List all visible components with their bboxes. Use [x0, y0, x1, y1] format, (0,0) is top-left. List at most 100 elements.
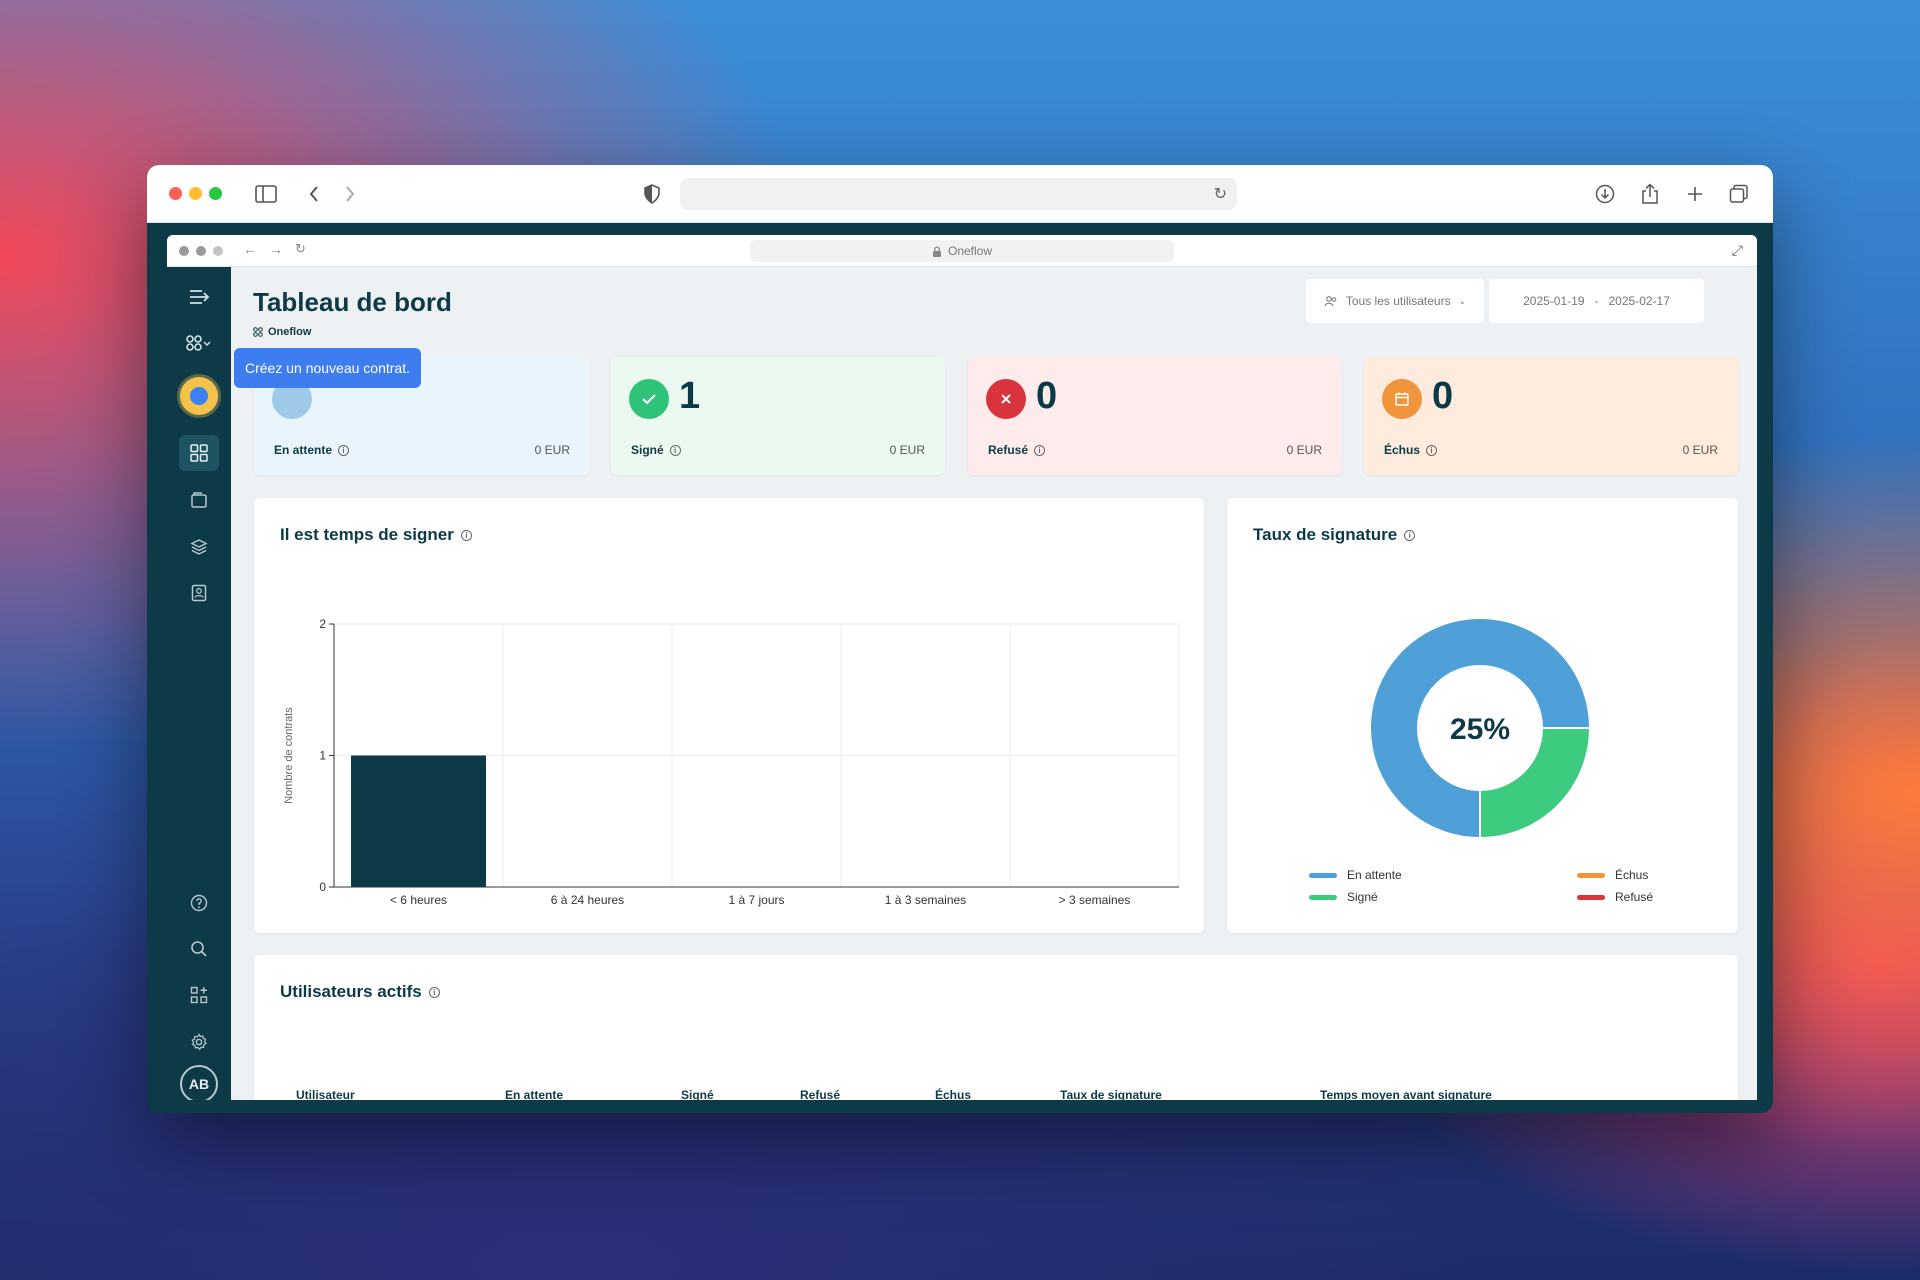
create-contract-button[interactable]	[180, 377, 218, 415]
create-contract-tooltip: Créez un nouveau contrat.	[234, 348, 421, 388]
app-window: ← → ↻ Oneflow ⤢ AB Créez un nouveau cont…	[167, 235, 1757, 1100]
users-icon	[1324, 296, 1337, 307]
fullscreen-window-button[interactable]	[209, 187, 222, 200]
collapse-menu-icon[interactable]	[179, 279, 219, 315]
date-from[interactable]: 2025-01-19	[1523, 294, 1584, 308]
stat-label: Échus i	[1384, 443, 1438, 457]
window-dot	[196, 246, 206, 256]
marketplace-icon[interactable]	[179, 977, 219, 1013]
stat-card-signed[interactable]: 1 Signé i 0 EUR	[611, 357, 945, 475]
app-back-icon[interactable]: ←	[243, 241, 257, 257]
info-icon[interactable]: i	[428, 986, 440, 998]
dashboard-icon[interactable]	[179, 435, 219, 471]
breadcrumb-workspace: Oneflow	[268, 326, 312, 338]
legend-item[interactable]: Échus	[1577, 868, 1648, 882]
settings-gear-icon[interactable]	[179, 1024, 219, 1060]
legend-swatch	[1577, 872, 1605, 878]
column-header[interactable]: Taux de signature	[1060, 1088, 1162, 1100]
documents-icon[interactable]	[179, 482, 219, 518]
app-url-text: Oneflow	[947, 244, 993, 258]
stat-card-declined[interactable]: 0 Refusé i 0 EUR	[968, 357, 1342, 475]
x-tick-label: < 6 heures	[390, 893, 447, 907]
y-tick-label: 2	[319, 617, 326, 631]
stat-label: Refusé i	[988, 443, 1046, 457]
search-icon[interactable]	[179, 931, 219, 967]
share-icon[interactable]	[1637, 181, 1663, 207]
forward-icon[interactable]	[337, 181, 363, 207]
column-header[interactable]: Échus	[935, 1088, 971, 1100]
date-to[interactable]: 2025-02-17	[1609, 294, 1670, 308]
legend-item[interactable]: En attente	[1309, 868, 1402, 882]
column-header[interactable]: En attente	[505, 1088, 563, 1100]
users-filter-label: Tous les utilisateurs	[1345, 294, 1451, 308]
column-header[interactable]: Temps moyen avant signature	[1320, 1088, 1492, 1100]
column-header[interactable]: Signé	[681, 1088, 714, 1100]
stat-value: 0	[1432, 375, 1454, 417]
x-mark-icon	[986, 379, 1026, 419]
signature-rate-card: Taux de signature i 25% En attente Signé …	[1227, 498, 1738, 933]
legend-label: Échus	[1615, 868, 1649, 882]
card-title: Utilisateurs actifs i	[280, 982, 440, 1002]
active-users-card: Utilisateurs actifs i Utilisateur En atte…	[254, 955, 1738, 1100]
back-icon[interactable]	[301, 181, 327, 207]
tab-overview-icon[interactable]	[1726, 181, 1752, 207]
y-tick-label: 1	[319, 749, 326, 763]
legend-swatch	[1309, 872, 1337, 878]
checkmark-icon	[629, 379, 669, 419]
page-title: Tableau de bord	[253, 287, 452, 317]
stat-label: Signé i	[631, 443, 681, 457]
address-book-icon[interactable]	[179, 575, 219, 611]
legend-swatch	[1577, 894, 1605, 900]
y-tick-label: 0	[319, 880, 326, 894]
user-avatar[interactable]: AB	[180, 1065, 218, 1100]
bar	[351, 755, 486, 887]
signature-rate-donut-chart: 25%	[1369, 617, 1592, 840]
column-header[interactable]: Utilisateur	[296, 1088, 355, 1100]
sidebar: AB	[167, 267, 231, 1100]
time-to-sign-card: Il est temps de signer i 0 1 2 < 6 heures 6 à…	[254, 498, 1204, 933]
stat-card-overdue[interactable]: 0 Échus i 0 EUR	[1364, 357, 1738, 475]
sidebar-toggle-icon[interactable]	[253, 181, 279, 207]
lock-icon	[932, 245, 941, 257]
main-content: Tableau de bord Oneflow Tous les utilisa…	[231, 267, 1757, 1100]
window-dot	[213, 246, 223, 256]
shield-icon[interactable]	[639, 181, 665, 207]
reload-icon[interactable]: ↻	[1214, 184, 1227, 204]
download-icon[interactable]	[1592, 181, 1618, 207]
info-icon[interactable]: i	[1426, 444, 1438, 456]
date-separator: -	[1594, 294, 1599, 308]
date-range-picker[interactable]: 2025-01-19 - 2025-02-17	[1489, 279, 1704, 323]
stat-amount: 0 EUR	[1682, 443, 1718, 457]
new-tab-icon[interactable]	[1682, 181, 1708, 207]
breadcrumb[interactable]: Oneflow	[253, 326, 311, 338]
stat-value: 0	[1036, 375, 1058, 417]
address-bar[interactable]: ↻	[680, 178, 1237, 210]
stat-amount: 0 EUR	[534, 443, 570, 457]
users-filter-dropdown[interactable]: Tous les utilisateurs ⌄	[1306, 279, 1484, 323]
x-tick-label: 1 à 7 jours	[728, 893, 784, 907]
help-icon[interactable]	[179, 885, 219, 921]
donut-center-label: 25%	[1450, 713, 1510, 746]
workspace-switcher-icon[interactable]	[179, 325, 219, 361]
legend-item[interactable]: Refusé	[1577, 890, 1653, 904]
column-header[interactable]: Refusé	[800, 1088, 840, 1100]
stat-label: En attente i	[274, 443, 350, 457]
browser-toolbar: ↻	[147, 165, 1773, 223]
close-window-button[interactable]	[169, 187, 182, 200]
legend-label: En attente	[1347, 868, 1402, 882]
minimize-window-button[interactable]	[189, 187, 202, 200]
x-tick-label: > 3 semaines	[1059, 893, 1131, 907]
app-forward-icon[interactable]: →	[269, 241, 283, 257]
info-icon[interactable]: i	[669, 444, 681, 456]
legend-item[interactable]: Signé	[1309, 890, 1378, 904]
info-icon[interactable]: i	[1034, 444, 1046, 456]
chevron-down-icon: ⌄	[1458, 295, 1467, 306]
templates-icon[interactable]	[179, 529, 219, 565]
window-dot	[179, 246, 189, 256]
info-icon[interactable]: i	[338, 444, 350, 456]
time-to-sign-bar-chart: 0 1 2 < 6 heures 6 à 24 heures 1 à 7 jours 1 à…	[283, 617, 1180, 907]
app-url-bar[interactable]: Oneflow	[750, 240, 1174, 262]
expand-icon[interactable]: ⤢	[1732, 242, 1743, 259]
x-tick-label: 1 à 3 semaines	[885, 893, 966, 907]
app-reload-icon[interactable]: ↻	[295, 241, 306, 257]
